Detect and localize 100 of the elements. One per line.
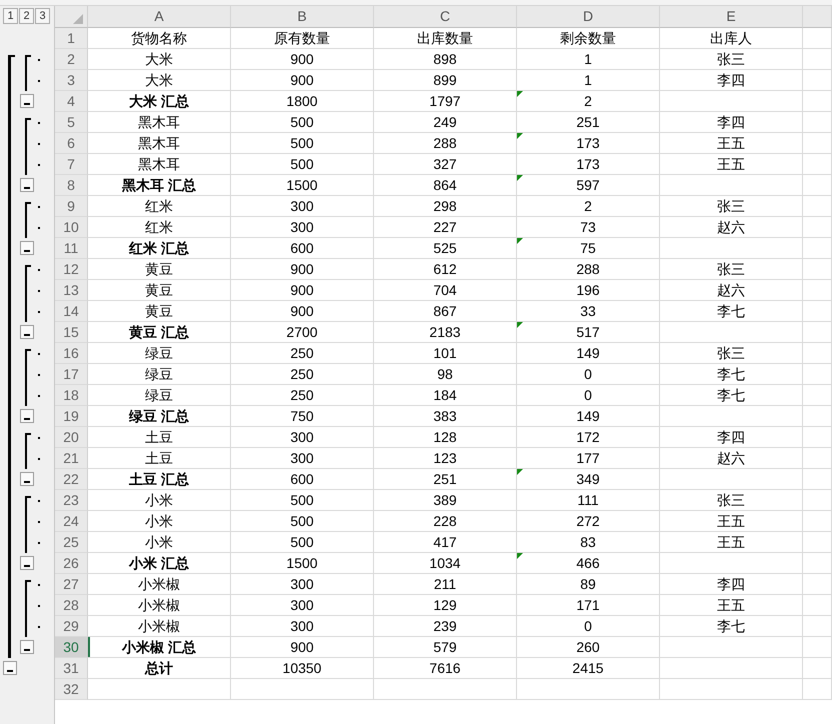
collapse-button[interactable] <box>20 94 34 108</box>
table-cell: 173 <box>517 133 660 154</box>
table-cell <box>803 406 832 427</box>
table-cell: 704 <box>374 280 517 301</box>
table-cell: 赵六 <box>660 448 803 469</box>
row-header[interactable]: 16 <box>55 343 88 364</box>
row-header[interactable]: 27 <box>55 574 88 595</box>
table-cell: 1800 <box>231 91 374 112</box>
column-header[interactable]: B <box>231 6 374 28</box>
table-cell: 98 <box>374 364 517 385</box>
table-cell: 红米 <box>88 217 231 238</box>
collapse-button[interactable] <box>20 409 34 423</box>
row-header[interactable]: 1 <box>55 28 88 49</box>
row-header[interactable]: 31 <box>55 658 88 679</box>
table-cell: 大米 <box>88 70 231 91</box>
outline-level-button[interactable]: 1 <box>3 8 18 24</box>
row-header[interactable]: 29 <box>55 616 88 637</box>
row-header[interactable]: 17 <box>55 364 88 385</box>
table-cell: 张三 <box>660 196 803 217</box>
row-header[interactable]: 23 <box>55 490 88 511</box>
table-cell: 149 <box>517 343 660 364</box>
column-header[interactable]: A <box>88 6 231 28</box>
column-header[interactable]: D <box>517 6 660 28</box>
outline-level-button[interactable]: 2 <box>19 8 34 24</box>
table-cell: 250 <box>231 364 374 385</box>
row-header[interactable]: 3 <box>55 70 88 91</box>
table-cell: 小米椒 <box>88 616 231 637</box>
row-header[interactable]: 20 <box>55 427 88 448</box>
table-cell: 李七 <box>660 364 803 385</box>
collapse-button[interactable] <box>20 241 34 255</box>
table-cell: 小米椒 <box>88 574 231 595</box>
table-cell: 517 <box>517 322 660 343</box>
table-cell: 赵六 <box>660 217 803 238</box>
active-cell[interactable]: 小米椒 汇总 <box>88 637 231 658</box>
table-cell: 272 <box>517 511 660 532</box>
table-cell <box>803 175 832 196</box>
table-cell: 899 <box>374 70 517 91</box>
outline-level-button[interactable]: 3 <box>35 8 50 24</box>
collapse-button[interactable] <box>20 472 34 486</box>
table-cell <box>803 637 832 658</box>
table-cell: 小米椒 <box>88 595 231 616</box>
table-cell: 王五 <box>660 154 803 175</box>
table-cell: 原有数量 <box>231 28 374 49</box>
row-header[interactable]: 30 <box>55 637 88 658</box>
table-cell: 李七 <box>660 385 803 406</box>
table-cell: 298 <box>374 196 517 217</box>
table-cell <box>803 427 832 448</box>
table-cell: 500 <box>231 511 374 532</box>
row-header[interactable]: 26 <box>55 553 88 574</box>
row-header[interactable]: 19 <box>55 406 88 427</box>
row-header[interactable]: 12 <box>55 259 88 280</box>
row-header[interactable]: 11 <box>55 238 88 259</box>
table-cell: 1034 <box>374 553 517 574</box>
table-cell: 1500 <box>231 553 374 574</box>
row-header[interactable]: 2 <box>55 49 88 70</box>
table-cell: 黄豆 <box>88 280 231 301</box>
row-header[interactable]: 4 <box>55 91 88 112</box>
table-cell: 10350 <box>231 658 374 679</box>
row-header[interactable]: 21 <box>55 448 88 469</box>
column-header[interactable]: C <box>374 6 517 28</box>
collapse-button[interactable] <box>20 178 34 192</box>
table-cell: 小米 <box>88 511 231 532</box>
table-cell: 300 <box>231 196 374 217</box>
row-header[interactable]: 25 <box>55 532 88 553</box>
table-cell: 1500 <box>231 175 374 196</box>
row-header[interactable]: 32 <box>55 679 88 700</box>
collapse-button[interactable] <box>20 556 34 570</box>
table-cell <box>803 112 832 133</box>
row-header[interactable]: 9 <box>55 196 88 217</box>
row-header[interactable]: 8 <box>55 175 88 196</box>
row-header[interactable]: 15 <box>55 322 88 343</box>
error-indicator-icon <box>517 238 523 244</box>
table-cell <box>803 322 832 343</box>
table-cell: 李四 <box>660 574 803 595</box>
row-header[interactable]: 5 <box>55 112 88 133</box>
row-header[interactable]: 13 <box>55 280 88 301</box>
row-header[interactable]: 28 <box>55 595 88 616</box>
table-cell: 600 <box>231 469 374 490</box>
collapse-button[interactable] <box>20 325 34 339</box>
collapse-button[interactable] <box>3 661 17 675</box>
table-cell <box>803 511 832 532</box>
table-cell <box>803 280 832 301</box>
table-cell <box>803 532 832 553</box>
row-header[interactable]: 6 <box>55 133 88 154</box>
row-header[interactable]: 7 <box>55 154 88 175</box>
table-cell <box>803 70 832 91</box>
row-header[interactable]: 18 <box>55 385 88 406</box>
row-header[interactable]: 14 <box>55 301 88 322</box>
table-cell: 0 <box>517 385 660 406</box>
collapse-button[interactable] <box>20 640 34 654</box>
table-cell: 红米 汇总 <box>88 238 231 259</box>
table-cell: 出库数量 <box>374 28 517 49</box>
row-header[interactable]: 24 <box>55 511 88 532</box>
row-header[interactable]: 10 <box>55 217 88 238</box>
table-cell: 184 <box>374 385 517 406</box>
column-header[interactable]: E <box>660 6 803 28</box>
table-cell: 389 <box>374 490 517 511</box>
row-header[interactable]: 22 <box>55 469 88 490</box>
table-cell: 249 <box>374 112 517 133</box>
table-cell: 总计 <box>88 658 231 679</box>
